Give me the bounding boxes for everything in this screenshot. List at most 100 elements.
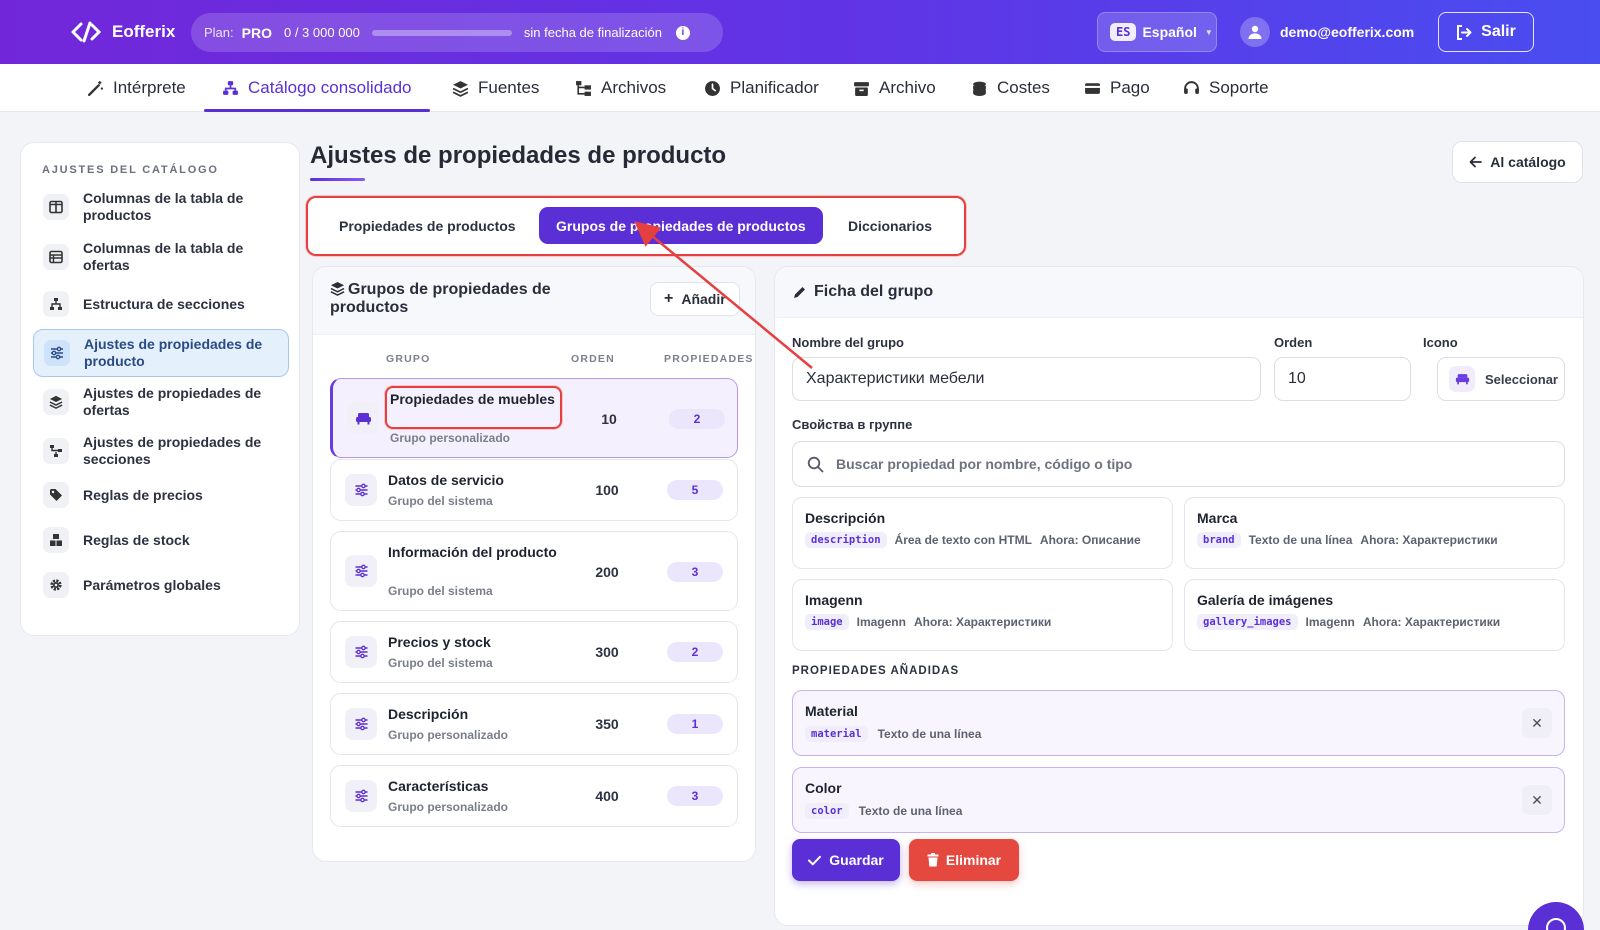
back-label: Al catálogo bbox=[1490, 154, 1566, 170]
logout-label: Salir bbox=[1481, 23, 1516, 40]
group-form-header: Ficha del grupo bbox=[775, 267, 1583, 318]
nav-item-catalogo[interactable]: Catálogo consolidado bbox=[204, 64, 429, 112]
nav-item-soporte[interactable]: Soporte bbox=[1183, 64, 1269, 112]
tab-product-properties[interactable]: Propiedades de productos bbox=[322, 207, 533, 244]
back-to-catalog-button[interactable]: Al catálogo bbox=[1452, 141, 1583, 183]
sidebar-item-section-properties[interactable]: Ajustes de propiedades de secciones bbox=[33, 430, 289, 472]
language-select[interactable]: ES Español ▼ bbox=[1097, 12, 1217, 52]
property-meta: gallery_images Imagenn Ahora: Характерис… bbox=[1197, 614, 1500, 630]
logout-button[interactable]: Salir bbox=[1438, 12, 1534, 52]
sidebar-item-price-rules[interactable]: Reglas de precios bbox=[33, 477, 289, 513]
add-group-button[interactable]: + Añadir bbox=[650, 282, 740, 316]
headset-icon bbox=[1184, 80, 1199, 94]
sidebar-item-sections[interactable]: Estructura de secciones bbox=[33, 286, 289, 322]
catalog-settings-sidebar: AJUSTES DEL CATÁLOGO Columnas de la tabl… bbox=[20, 142, 300, 636]
sidebar-item-offer-properties[interactable]: Ajustes de propiedades de ofertas bbox=[33, 381, 289, 423]
order-input[interactable]: 10 bbox=[1274, 357, 1411, 401]
nav-item-archivos[interactable]: Archivos bbox=[575, 64, 666, 112]
archive-icon bbox=[854, 81, 869, 96]
page-title: Ajustes de propiedades de producto bbox=[310, 142, 727, 169]
group-properties-label: Свойства в группе bbox=[792, 417, 913, 432]
group-property-count: 2 bbox=[669, 409, 725, 429]
nav-item-interprete[interactable]: Intérprete bbox=[87, 64, 186, 112]
plan-tier: PRO bbox=[241, 24, 272, 41]
property-type: Imagenn bbox=[856, 615, 906, 629]
sliders-icon bbox=[345, 780, 377, 812]
clock-icon bbox=[705, 80, 720, 96]
groups-panel-header: Grupos de propiedades de productos + Aña… bbox=[313, 267, 755, 335]
group-type: Grupo del sistema bbox=[388, 584, 493, 598]
delete-button[interactable]: Eliminar bbox=[909, 839, 1019, 881]
group-type: Grupo del sistema bbox=[388, 656, 493, 670]
available-property-card[interactable]: Galería de imágenes gallery_images Image… bbox=[1184, 579, 1565, 651]
property-search-input[interactable]: Buscar propiedad por nombre, código o ti… bbox=[792, 441, 1565, 487]
group-type: Grupo personalizado bbox=[390, 431, 511, 445]
group-form-title-text: Ficha del grupo bbox=[814, 283, 934, 300]
property-name: Material bbox=[805, 703, 858, 719]
app-logo[interactable]: Eofferix bbox=[70, 20, 175, 44]
nav-item-fuentes[interactable]: Fuentes bbox=[452, 64, 539, 112]
column-header-order: ORDEN bbox=[571, 353, 615, 365]
property-meta: brand Texto de una línea Ahora: Характер… bbox=[1197, 532, 1498, 548]
user-avatar-icon bbox=[1240, 17, 1270, 47]
nav-item-costes[interactable]: Costes bbox=[971, 64, 1050, 112]
tab-dictionaries[interactable]: Diccionarios bbox=[831, 207, 949, 244]
tab-property-groups[interactable]: Grupos de propiedades de productos bbox=[539, 207, 823, 244]
info-icon[interactable]: i bbox=[675, 25, 690, 40]
group-order: 100 bbox=[595, 482, 619, 498]
sidebar-item-global-params[interactable]: Parámetros globales bbox=[33, 567, 289, 603]
available-property-card[interactable]: Marca brand Texto de una línea Ahora: Ха… bbox=[1184, 497, 1565, 569]
available-property-card[interactable]: Imagenn image Imagenn Ahora: Характерист… bbox=[792, 579, 1173, 651]
boxes-icon bbox=[43, 527, 69, 553]
layers-icon bbox=[452, 80, 469, 97]
property-name: Imagenn bbox=[805, 592, 863, 608]
nav-label: Costes bbox=[997, 78, 1050, 97]
nav-item-archivo[interactable]: Archivo bbox=[853, 64, 936, 112]
caret-down-icon: ▼ bbox=[1204, 27, 1213, 37]
property-type: Texto de una línea bbox=[877, 727, 982, 741]
sidebar-item-product-columns[interactable]: Columnas de la tabla de productos bbox=[33, 186, 289, 228]
remove-property-button[interactable]: ✕ bbox=[1522, 708, 1552, 738]
property-current-group: Ahora: Описание bbox=[1039, 533, 1141, 547]
sidebar-item-stock-rules[interactable]: Reglas de stock bbox=[33, 522, 289, 558]
hierarchy-icon bbox=[43, 291, 69, 317]
sidebar-item-label: Estructura de secciones bbox=[83, 295, 245, 312]
group-type: Grupo personalizado bbox=[388, 728, 509, 742]
nav-label: Fuentes bbox=[478, 78, 540, 97]
property-code: image bbox=[805, 614, 849, 630]
plus-icon: + bbox=[664, 290, 674, 307]
group-row[interactable]: Datos de servicio Grupo del sistema 100 … bbox=[330, 459, 738, 521]
group-name: Precios y stock bbox=[388, 634, 491, 650]
available-property-card[interactable]: Descripción description Área de texto co… bbox=[792, 497, 1173, 569]
group-row[interactable]: Características Grupo personalizado 400 … bbox=[330, 765, 738, 827]
property-meta: description Área de texto con HTML Ahora… bbox=[805, 532, 1141, 548]
app-name: Eofferix bbox=[112, 22, 176, 41]
user-email: demo@eofferix.com bbox=[1280, 24, 1415, 40]
title-underline bbox=[310, 178, 365, 181]
tags-icon bbox=[43, 482, 69, 508]
groups-panel-title: Grupos de propiedades de productos bbox=[330, 281, 590, 317]
group-property-count: 2 bbox=[667, 642, 723, 662]
coins-icon bbox=[973, 81, 986, 96]
user-menu[interactable]: demo@eofferix.com bbox=[1240, 17, 1414, 47]
icon-select-button[interactable]: Seleccionar bbox=[1437, 357, 1565, 401]
group-row[interactable]: Información del producto Grupo del siste… bbox=[330, 531, 738, 611]
sidebar-item-label: Columnas de la tabla de ofertas bbox=[83, 240, 244, 273]
group-property-count: 1 bbox=[667, 714, 723, 734]
group-order: 300 bbox=[595, 644, 619, 660]
search-icon bbox=[807, 456, 824, 472]
gear-icon bbox=[43, 572, 69, 598]
property-type: Texto de una línea bbox=[1248, 533, 1353, 547]
save-button[interactable]: Guardar bbox=[792, 839, 900, 881]
sidebar-item-offer-columns[interactable]: Columnas de la tabla de ofertas bbox=[33, 236, 289, 278]
group-row[interactable]: Precios y stock Grupo del sistema 300 2 bbox=[330, 621, 738, 683]
sidebar-item-product-properties[interactable]: Ajustes de propiedades de producto bbox=[33, 329, 289, 377]
credit-card-icon bbox=[1085, 82, 1100, 94]
nav-item-planificador[interactable]: Planificador bbox=[704, 64, 819, 112]
group-name-input[interactable]: Характеристики мебели bbox=[792, 357, 1261, 401]
arrow-left-icon bbox=[1469, 156, 1483, 168]
group-row[interactable]: Descripción Grupo personalizado 350 1 bbox=[330, 693, 738, 755]
add-label: Añadir bbox=[681, 291, 726, 307]
remove-property-button[interactable]: ✕ bbox=[1522, 785, 1552, 815]
nav-item-pago[interactable]: Pago bbox=[1084, 64, 1150, 112]
